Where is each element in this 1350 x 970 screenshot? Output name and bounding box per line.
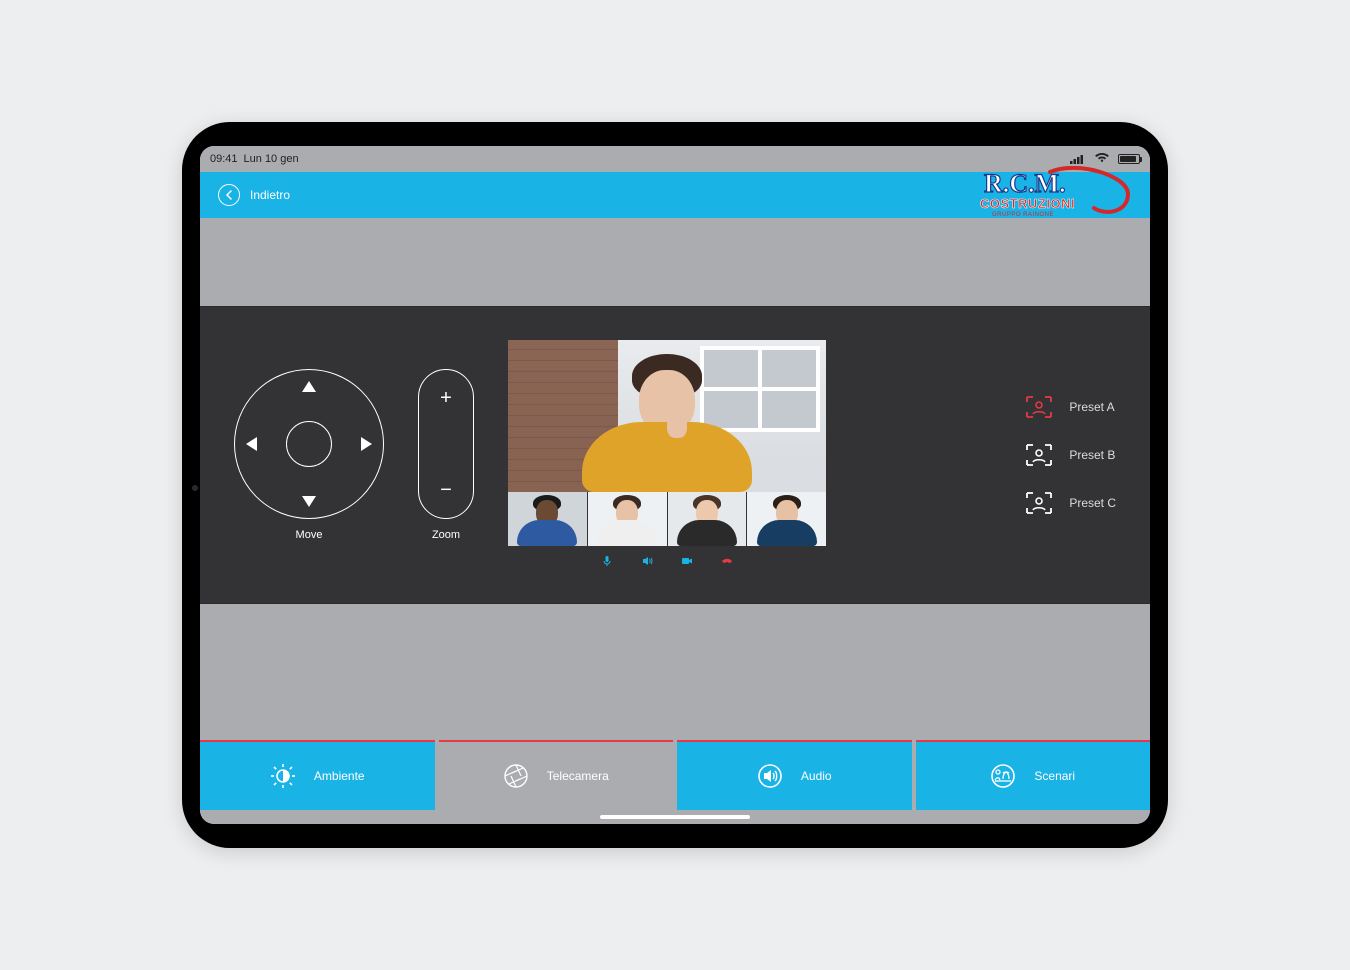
move-control: Move (234, 369, 384, 541)
preset-frame-icon (1025, 491, 1053, 515)
video-thumb-2[interactable] (588, 492, 667, 546)
status-date: Lun 10 gen (244, 153, 299, 165)
video-thumb-3[interactable] (668, 492, 747, 546)
preset-c-button[interactable]: Preset C (1025, 491, 1116, 515)
brightness-icon (270, 763, 296, 789)
preset-label: Preset C (1069, 496, 1116, 510)
screen: 09:41 Lun 10 gen (200, 146, 1150, 824)
zoom-out-button[interactable]: − (440, 480, 452, 500)
direction-pad (234, 369, 384, 519)
aperture-icon (503, 763, 529, 789)
presets-list: Preset A Preset B Preset C (1025, 395, 1116, 515)
back-label: Indietro (250, 188, 290, 202)
top-bar: Indietro R.C.M. COSTRUZIONI GRUPPO RAINO… (200, 172, 1150, 218)
video-thumb-1[interactable] (508, 492, 587, 546)
zoom-label: Zoom (432, 529, 460, 541)
tablet-frame: 09:41 Lun 10 gen (182, 122, 1168, 848)
brand-logo: R.C.M. COSTRUZIONI GRUPPO RAINONE (978, 166, 1138, 224)
back-button[interactable]: Indietro (218, 184, 290, 206)
move-label: Move (296, 529, 323, 541)
tab-label: Ambiente (314, 769, 365, 783)
cellular-icon (1070, 154, 1086, 164)
scene-icon (990, 763, 1016, 789)
zoom-in-button[interactable]: + (440, 388, 452, 408)
arrow-left-button[interactable] (246, 437, 257, 451)
dpad-center-button[interactable] (286, 421, 332, 467)
tab-label: Audio (801, 769, 832, 783)
zoom-control: + − Zoom (418, 369, 474, 541)
video-main-feed[interactable] (508, 340, 826, 492)
tab-telecamera[interactable]: Telecamera (439, 740, 674, 810)
call-toolbar (508, 550, 826, 570)
svg-text:R.C.M.: R.C.M. (984, 169, 1066, 198)
wifi-icon (1094, 152, 1110, 166)
bottom-tab-bar: Ambiente Telecamera Audio Scenari (200, 740, 1150, 810)
tab-label: Telecamera (547, 769, 609, 783)
arrow-up-button[interactable] (302, 381, 316, 392)
front-camera (192, 485, 198, 491)
video-thumb-4[interactable] (747, 492, 826, 546)
preset-frame-icon (1025, 395, 1053, 419)
preset-b-button[interactable]: Preset B (1025, 443, 1116, 467)
status-time: 09:41 (210, 153, 238, 165)
preset-label: Preset A (1069, 400, 1114, 414)
tab-label: Scenari (1034, 769, 1075, 783)
home-indicator-area (200, 810, 1150, 824)
microphone-icon[interactable] (601, 554, 613, 566)
chevron-left-icon (218, 184, 240, 206)
arrow-down-button[interactable] (302, 496, 316, 507)
battery-icon (1118, 154, 1140, 164)
tab-audio[interactable]: Audio (677, 740, 912, 810)
tab-ambiente[interactable]: Ambiente (200, 740, 435, 810)
preset-a-button[interactable]: Preset A (1025, 395, 1116, 419)
hangup-icon[interactable] (721, 554, 733, 566)
main-panel: Move + − Zoom (200, 306, 1150, 604)
preset-frame-icon (1025, 443, 1053, 467)
preset-label: Preset B (1069, 448, 1115, 462)
camera-icon[interactable] (681, 554, 693, 566)
content-area: Move + − Zoom (200, 218, 1150, 824)
tab-scenari[interactable]: Scenari (916, 740, 1151, 810)
video-conference (508, 340, 826, 570)
svg-text:GRUPPO RAINONE: GRUPPO RAINONE (992, 212, 1054, 218)
arrow-right-button[interactable] (361, 437, 372, 451)
svg-text:COSTRUZIONI: COSTRUZIONI (980, 196, 1075, 211)
speaker-icon[interactable] (641, 554, 653, 566)
home-indicator[interactable] (600, 815, 750, 819)
audio-icon (757, 763, 783, 789)
